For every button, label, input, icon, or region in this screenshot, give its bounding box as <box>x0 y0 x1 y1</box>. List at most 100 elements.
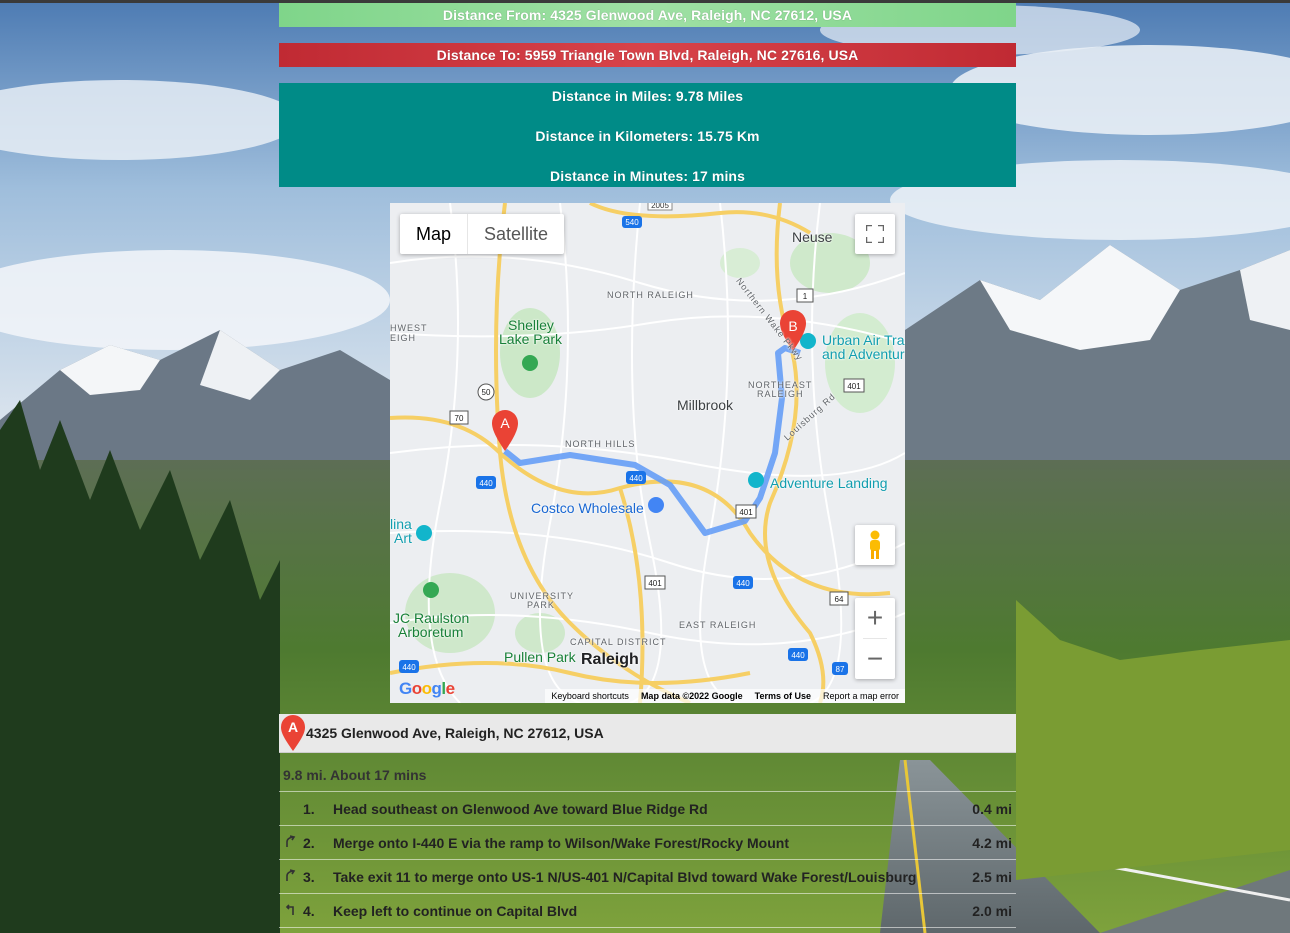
step-number: 4. <box>303 902 315 919</box>
map-label-capital-district: CAPITAL DISTRICT <box>570 637 667 647</box>
route-badge: 440 <box>788 648 808 661</box>
map-type-map-button[interactable]: Map <box>400 214 469 254</box>
fullscreen-button[interactable] <box>855 214 895 254</box>
svg-text:70: 70 <box>455 414 464 423</box>
route-badge: 440 <box>733 576 753 589</box>
route-badge: 70 <box>449 410 469 425</box>
distance-summary-box: Distance in Miles: 9.78 Miles Distance i… <box>279 83 1016 187</box>
map-label-north-raleigh: NORTH RALEIGH <box>607 290 694 300</box>
route-badge: 401 <box>843 378 865 393</box>
zoom-out-button[interactable]: − <box>855 639 895 679</box>
step-distance: 0.4 mi <box>972 800 1012 817</box>
svg-text:401: 401 <box>739 508 753 517</box>
route-badge: 64 <box>829 591 849 606</box>
direction-step[interactable]: 1. Head southeast on Glenwood Ave toward… <box>279 792 1016 826</box>
svg-text:87: 87 <box>836 665 845 674</box>
distance-km: Distance in Kilometers: 15.75 Km <box>535 128 760 144</box>
map-label-north-hills: NORTH HILLS <box>565 439 636 449</box>
distance-from-banner: Distance From: 4325 Glenwood Ave, Raleig… <box>279 3 1016 27</box>
directions-panel: A 4325 Glenwood Ave, Raleigh, NC 27612, … <box>279 714 1016 928</box>
merge-right-icon <box>279 835 303 850</box>
map-label-adventure-landing: Adventure Landing <box>770 475 888 491</box>
map-canvas[interactable]: A B 540 2005 1 401 50 70 440 440 401 401… <box>390 203 905 703</box>
route-badge: 50 <box>477 383 495 401</box>
svg-text:A: A <box>500 415 510 431</box>
direction-step[interactable]: 2. Merge onto I-440 E via the ramp to Wi… <box>279 826 1016 860</box>
svg-text:440: 440 <box>736 579 750 588</box>
svg-text:401: 401 <box>648 579 662 588</box>
route-badge: 87 <box>832 662 848 675</box>
step-instruction: Head southeast on Glenwood Ave toward Bl… <box>333 800 708 817</box>
route-map[interactable]: A B 540 2005 1 401 50 70 440 440 401 401… <box>390 203 905 703</box>
map-label-neuse: Neuse <box>792 229 833 245</box>
museum-poi-icon <box>416 525 432 541</box>
svg-text:440: 440 <box>402 663 416 672</box>
svg-text:50: 50 <box>482 388 491 397</box>
fullscreen-icon <box>866 225 884 243</box>
direction-step[interactable]: 3. Take exit 11 to merge onto US-1 N/US-… <box>279 860 1016 894</box>
map-label-arboretum: Arboretum <box>398 624 464 640</box>
svg-text:440: 440 <box>629 474 643 483</box>
keyboard-shortcuts-link[interactable]: Keyboard shortcuts <box>545 689 635 703</box>
step-distance: 2.5 mi <box>972 868 1012 885</box>
map-label-park: PARK <box>527 600 555 610</box>
route-badge: 401 <box>735 504 757 519</box>
step-number: 2. <box>303 834 315 851</box>
map-label-raleigh: Raleigh <box>581 651 639 668</box>
zoom-control: + − <box>855 598 895 679</box>
directions-start-header[interactable]: A 4325 Glenwood Ave, Raleigh, NC 27612, … <box>279 714 1016 753</box>
keep-left-icon <box>279 903 303 918</box>
map-type-satellite-button[interactable]: Satellite <box>468 214 564 254</box>
svg-text:2005: 2005 <box>651 203 669 210</box>
distance-to-banner: Distance To: 5959 Triangle Town Blvd, Ra… <box>279 43 1016 67</box>
route-badge: 440 <box>626 471 646 484</box>
route-badge: 440 <box>399 660 419 673</box>
route-badge: 440 <box>476 476 496 489</box>
map-footer: Keyboard shortcuts Map data ©2022 Google… <box>545 689 905 703</box>
start-address: 4325 Glenwood Ave, Raleigh, NC 27612, US… <box>306 725 604 741</box>
svg-text:B: B <box>788 318 797 334</box>
terms-of-use-link[interactable]: Terms of Use <box>749 689 817 703</box>
svg-text:440: 440 <box>791 651 805 660</box>
step-instruction: Take exit 11 to merge onto US-1 N/US-401… <box>333 868 917 885</box>
step-number: 1. <box>303 800 315 817</box>
route-badge: 540 <box>622 216 642 228</box>
map-type-control: Map Satellite <box>400 214 565 254</box>
amusement-poi-icon <box>748 472 764 488</box>
route-badge: 2005 <box>647 203 673 211</box>
step-distance: 2.0 mi <box>972 902 1012 919</box>
distance-minutes: Distance in Minutes: 17 mins <box>550 168 745 184</box>
svg-text:440: 440 <box>479 479 493 488</box>
pegman-icon <box>870 530 880 559</box>
step-distance: 4.2 mi <box>972 834 1012 851</box>
distance-miles: Distance in Miles: 9.78 Miles <box>551 88 744 104</box>
map-label-costco: Costco Wholesale <box>531 500 644 516</box>
map-label-raleigh-small: RALEIGH <box>757 389 804 399</box>
map-label-east-raleigh: EAST RALEIGH <box>679 620 757 630</box>
step-instruction: Keep left to continue on Capital Blvd <box>333 902 578 919</box>
garden-poi-icon <box>423 582 439 598</box>
park-poi-icon <box>522 355 538 371</box>
street-view-pegman-button[interactable] <box>855 525 895 565</box>
merge-right-icon <box>279 869 303 884</box>
step-number: 3. <box>303 868 315 885</box>
svg-text:401: 401 <box>847 382 861 391</box>
route-summary: 9.8 mi. About 17 mins <box>279 753 1016 792</box>
map-label-pullen-park: Pullen Park <box>504 649 576 665</box>
map-data-attribution: Map data ©2022 Google <box>640 691 743 701</box>
svg-text:64: 64 <box>835 595 844 604</box>
zoom-in-button[interactable]: + <box>855 598 895 638</box>
direction-step[interactable]: 4. Keep left to continue on Capital Blvd… <box>279 894 1016 928</box>
map-label-millbrook: Millbrook <box>677 397 734 413</box>
marker-a-icon: A <box>281 715 305 751</box>
svg-text:A: A <box>288 719 298 735</box>
map-label-hwest: HWEST <box>390 323 428 333</box>
map-label-and-adventur: and Adventur <box>822 346 905 362</box>
map-label-art: Art <box>394 530 412 546</box>
shopping-poi-icon <box>648 497 664 513</box>
report-map-error-link[interactable]: Report a map error <box>817 689 905 703</box>
route-badge: 401 <box>644 575 666 590</box>
google-logo[interactable]: Google <box>399 679 455 699</box>
step-instruction: Merge onto I-440 E via the ramp to Wilso… <box>333 834 789 851</box>
route-badge: 1 <box>796 288 814 303</box>
